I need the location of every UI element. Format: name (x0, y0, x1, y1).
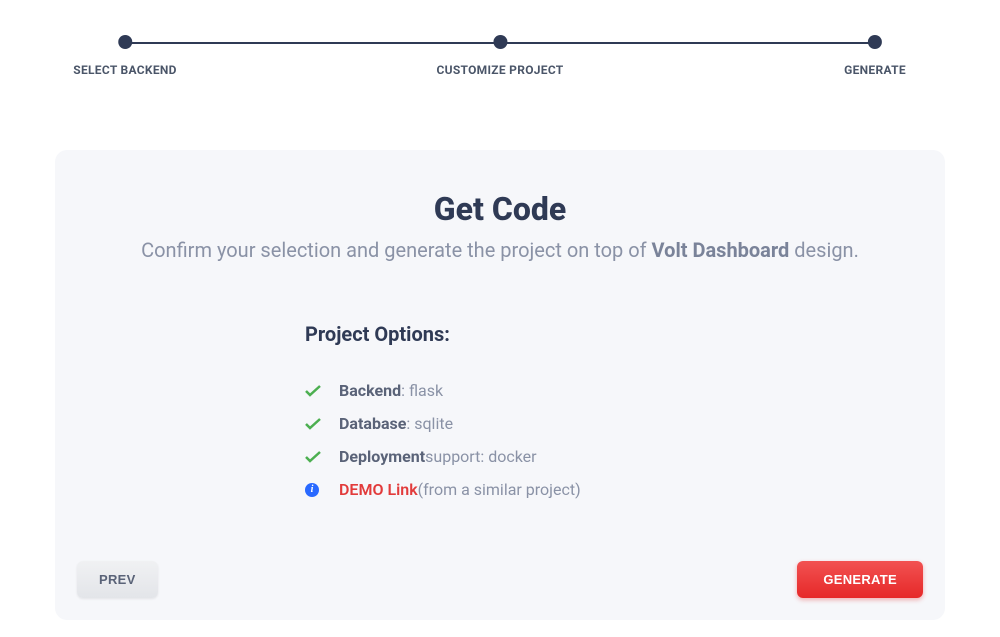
check-icon (305, 418, 325, 430)
step-customize-project[interactable]: CUSTOMIZE PROJECT (436, 35, 563, 77)
option-database: Database: sqlite (305, 414, 915, 433)
demo-hint: (from a similar project) (418, 480, 581, 499)
option-label: Deployment (339, 447, 425, 466)
option-value: : sqlite (406, 414, 453, 433)
step-generate[interactable]: GENERATE (844, 35, 906, 77)
generate-button[interactable]: GENERATE (797, 561, 923, 598)
step-label: SELECT BACKEND (73, 63, 176, 77)
option-value: support: docker (425, 447, 536, 466)
button-row: PREV GENERATE (77, 561, 923, 598)
step-label: CUSTOMIZE PROJECT (436, 63, 563, 77)
subtitle-prefix: Confirm your selection and generate the … (141, 238, 651, 262)
option-value: : flask (401, 381, 443, 400)
project-options: Project Options: Backend: flask Database… (305, 322, 915, 499)
option-label: Database (339, 414, 406, 433)
step-select-backend[interactable]: SELECT BACKEND (73, 35, 176, 77)
page-title: Get Code (85, 190, 915, 228)
stepper: SELECT BACKEND CUSTOMIZE PROJECT GENERAT… (125, 35, 875, 85)
step-dot-icon (868, 35, 882, 49)
demo-link[interactable]: DEMO Link (339, 480, 418, 499)
card: Get Code Confirm your selection and gene… (55, 150, 945, 620)
info-icon: i (305, 483, 325, 497)
option-deployment: Deployment support: docker (305, 447, 915, 466)
step-dot-icon (493, 35, 507, 49)
prev-button[interactable]: PREV (77, 561, 158, 598)
subtitle-strong: Volt Dashboard (652, 238, 790, 262)
option-demo: i DEMO Link (from a similar project) (305, 480, 915, 499)
option-label: Backend (339, 381, 401, 400)
step-dot-icon (118, 35, 132, 49)
check-icon (305, 385, 325, 397)
check-icon (305, 451, 325, 463)
subtitle-suffix: design. (789, 238, 859, 262)
step-label: GENERATE (844, 63, 906, 77)
option-backend: Backend: flask (305, 381, 915, 400)
page-subtitle: Confirm your selection and generate the … (85, 238, 915, 262)
options-title: Project Options: (305, 322, 915, 346)
